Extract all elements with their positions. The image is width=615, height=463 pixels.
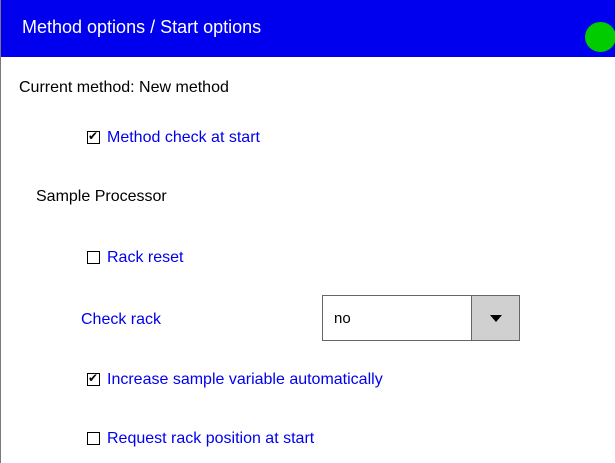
method-check-at-start-option[interactable]: ✔ Method check at start [87,127,260,147]
request-rack-position-option[interactable]: Request rack position at start [87,428,314,448]
status-indicator-icon [585,22,615,52]
sample-processor-heading: Sample Processor [36,188,167,205]
checkmark-icon: ✔ [88,128,99,143]
check-rack-dropdown[interactable]: no [322,295,520,341]
method-check-at-start-label[interactable]: Method check at start [107,128,260,147]
request-rack-position-checkbox[interactable] [87,431,100,445]
dialog-frame: Method options / Start options Current m… [0,0,615,463]
current-method-text: Current method: New method [19,79,229,96]
rack-reset-checkbox[interactable] [87,250,100,264]
checkmark-icon: ✔ [88,370,99,385]
title-bar: Method options / Start options [1,0,615,57]
increase-sample-variable-checkbox[interactable]: ✔ [87,370,100,386]
request-rack-position-label[interactable]: Request rack position at start [107,429,314,448]
dropdown-button[interactable] [471,296,519,340]
rack-reset-label[interactable]: Rack reset [107,248,183,267]
method-check-at-start-checkbox[interactable]: ✔ [87,128,100,144]
increase-sample-variable-label[interactable]: Increase sample variable automatically [107,370,383,389]
increase-sample-variable-option[interactable]: ✔ Increase sample variable automatically [87,369,383,389]
check-rack-value: no [334,310,351,327]
check-rack-label[interactable]: Check rack [81,310,161,329]
chevron-down-icon [490,315,502,322]
rack-reset-option[interactable]: Rack reset [87,247,183,267]
page-title: Method options / Start options [22,17,262,37]
